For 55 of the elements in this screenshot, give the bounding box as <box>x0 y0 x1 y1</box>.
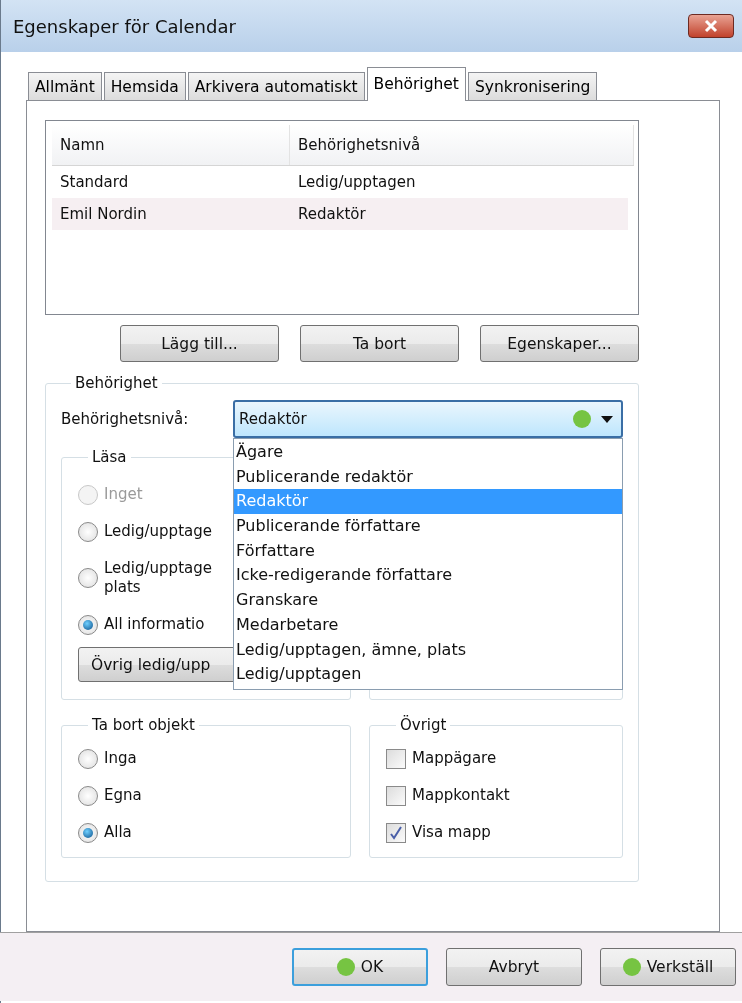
tab[interactable]: Behörighet <box>366 67 466 101</box>
dialog-button[interactable]: Avbryt <box>446 948 582 986</box>
radio-label: All informatio <box>104 614 205 635</box>
dropdown-option[interactable]: Publicerande författare <box>234 514 622 539</box>
tab[interactable]: Allmänt <box>28 72 102 100</box>
radio-button[interactable] <box>78 748 98 769</box>
radio-label: Egna <box>104 785 142 806</box>
list-button[interactable]: Ta bort <box>300 325 459 362</box>
dropdown-option[interactable]: Författare <box>234 538 622 564</box>
group-title: Ta bort objekt <box>91 716 196 734</box>
checkbox[interactable] <box>386 822 406 843</box>
radio-button[interactable] <box>78 822 98 843</box>
table-row[interactable]: Emil Nordin Redaktör <box>52 198 628 230</box>
close-icon <box>703 19 719 33</box>
window-title: Egenskaper för Calendar <box>13 15 236 37</box>
radio-label: Alla <box>104 822 132 843</box>
column-header[interactable]: Namn <box>52 125 290 165</box>
table-cell-text: Redaktör <box>297 205 367 223</box>
checkbox[interactable] <box>386 748 406 769</box>
radio-label: Inget <box>104 484 143 505</box>
tab[interactable]: Hemsida <box>103 72 186 100</box>
table-row[interactable]: Standard Ledig/upptagen <box>52 166 628 198</box>
list-button[interactable]: Lägg till... <box>120 325 279 362</box>
dialog-button[interactable]: Verkställ <box>600 948 736 986</box>
checkbox-label: Mappkontakt <box>412 785 510 806</box>
radio-button[interactable] <box>78 785 98 806</box>
checkbox-label: Mappägare <box>412 748 497 769</box>
dropdown-option[interactable]: Publicerande redaktör <box>234 464 622 490</box>
dropdown-option[interactable]: Medarbetare <box>234 612 622 638</box>
radio-button[interactable] <box>78 521 98 542</box>
radio-label: Inga <box>104 748 137 769</box>
table-cell-text: Ledig/upptagen <box>297 173 417 191</box>
group-title: Behörighet <box>74 374 159 392</box>
dropdown-option[interactable]: Ägare <box>234 440 622 465</box>
radio-button[interactable] <box>78 568 98 588</box>
group-title: Övrigt <box>399 716 448 734</box>
table-cell-text: Emil Nordin <box>59 205 148 223</box>
table-cell-text: Standard <box>59 173 130 191</box>
caret-icon <box>601 415 613 423</box>
radio-button[interactable] <box>78 614 98 635</box>
checkbox[interactable] <box>386 785 406 806</box>
dropdown-option[interactable]: Granskare <box>234 588 622 613</box>
group-title: Läsa <box>91 448 128 466</box>
dialog-button[interactable]: OK <box>292 948 428 986</box>
radio-label: Ledig/upptage <box>104 521 212 542</box>
list-button[interactable]: Egenskaper... <box>480 325 639 362</box>
radio-label: Ledig/upptage plats <box>104 558 213 598</box>
tab[interactable]: Synkronisering <box>467 72 598 100</box>
dropdown-option[interactable]: Icke-redigerande författare <box>234 563 622 589</box>
field-label: Behörighetsnivå: <box>61 410 189 428</box>
column-header[interactable]: Behörighetsnivå <box>290 125 634 165</box>
level-dropdown[interactable]: Redaktör <box>233 400 623 438</box>
checkbox-label: Visa mapp <box>412 822 491 843</box>
tab[interactable]: Arkivera automatiskt <box>187 72 365 100</box>
close-button[interactable] <box>688 14 734 38</box>
